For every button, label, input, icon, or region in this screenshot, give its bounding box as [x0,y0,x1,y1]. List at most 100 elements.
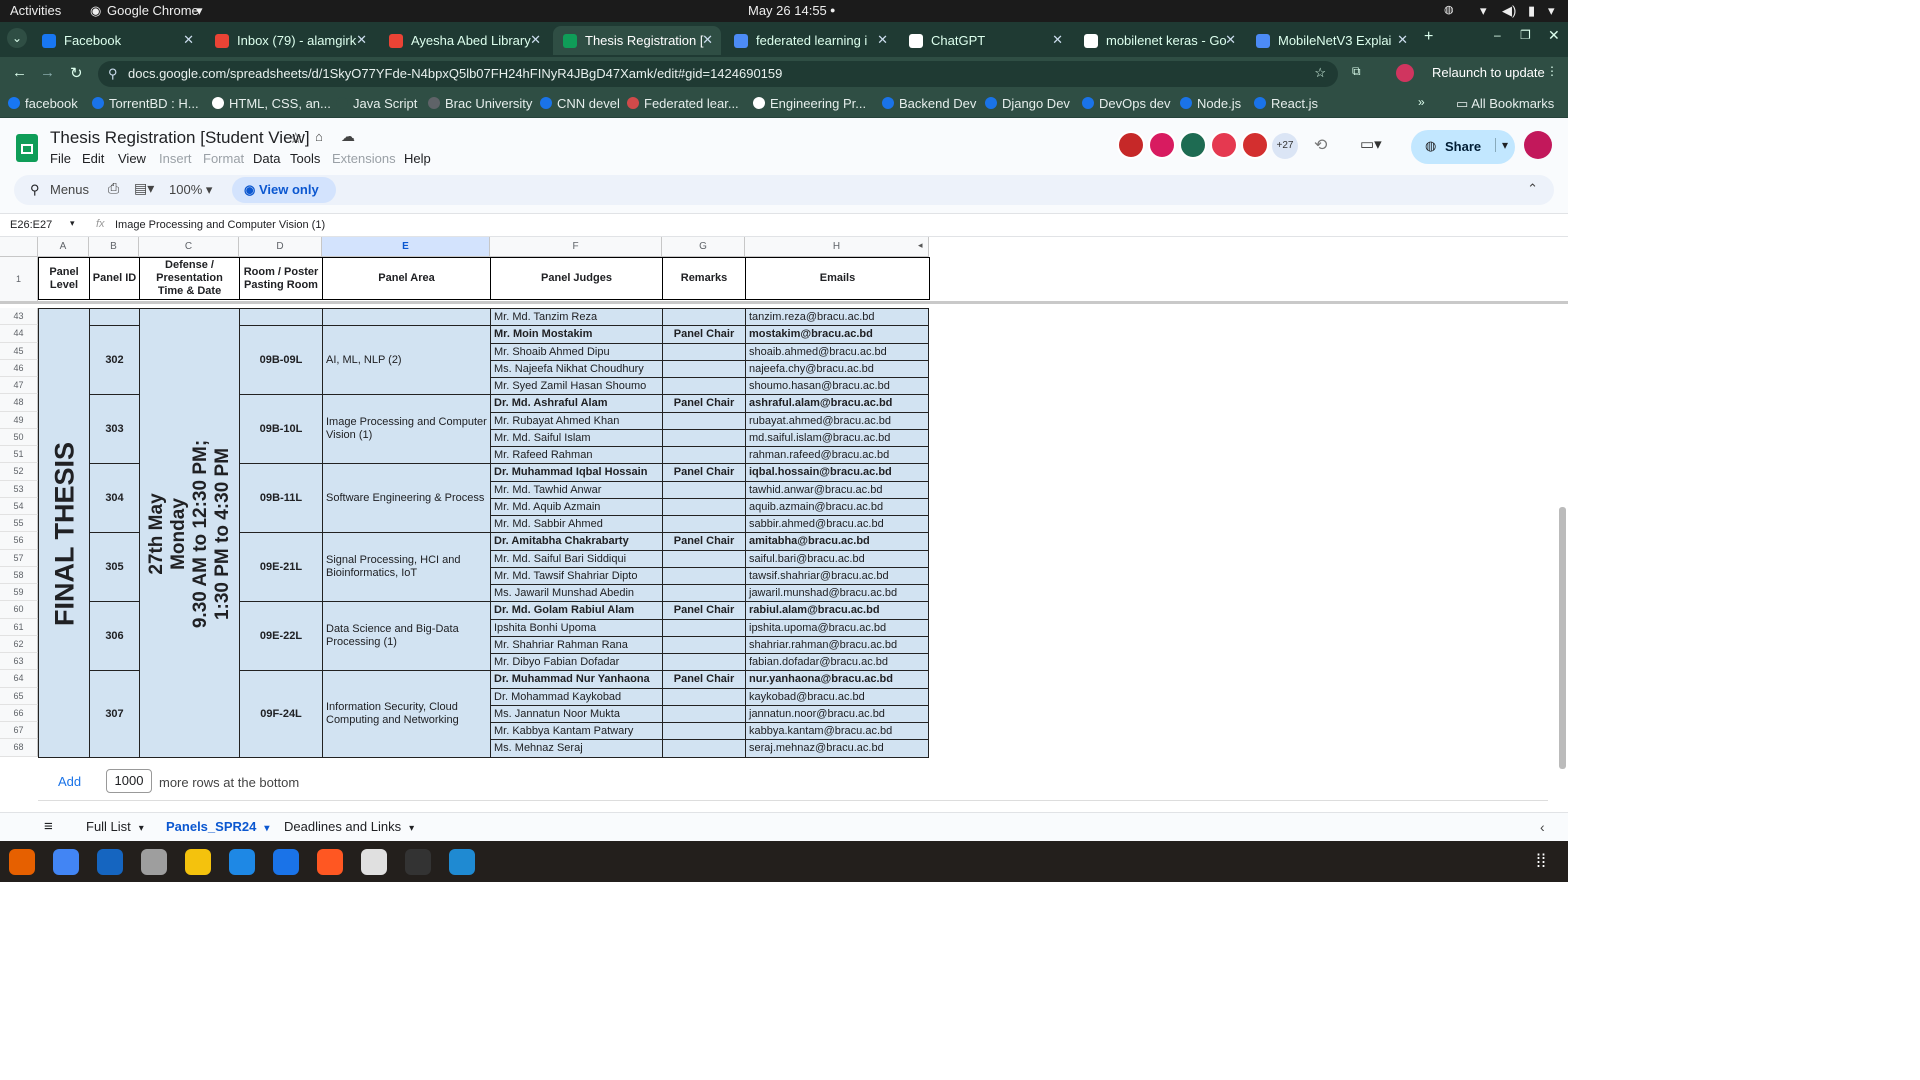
bookmark-9[interactable]: Django Dev [985,96,1070,111]
panel-area-cell[interactable]: Software Engineering & Process [322,463,491,534]
minimize-icon[interactable]: ‒ [1494,28,1501,42]
remarks-cell[interactable] [662,618,746,637]
room-cell[interactable]: 09B-09L [239,325,323,396]
row-header[interactable]: 67 [0,722,38,740]
remarks-cell[interactable] [662,515,746,534]
email-cell[interactable]: seraj.mehnaz@bracu.ac.bd [745,739,929,758]
panel-judge-cell[interactable]: Mr. Kabbya Kantam Patwary [490,722,663,741]
panel-judge-cell[interactable]: Mr. Md. Tawsif Shahriar Dipto [490,566,663,585]
bookmark-10[interactable]: DevOps dev [1082,96,1171,111]
sheet-tab-menu-icon[interactable]: ▾ [139,823,144,834]
row-header[interactable]: 48 [0,394,38,412]
frozen-divider[interactable] [0,301,1568,304]
panel-judge-cell[interactable]: Mr. Md. Saiful Bari Siddiqui [490,549,663,568]
share-button[interactable]: ◍ Share ▾ [1411,130,1515,164]
email-cell[interactable]: iqbal.hossain@bracu.ac.bd [745,463,929,482]
email-cell[interactable]: shahriar.rahman@bracu.ac.bd [745,635,929,654]
room-cell[interactable]: 09B-10L [239,394,323,465]
rhythmbox-icon[interactable] [185,849,211,875]
spreadsheet-grid[interactable]: ABCDEFGH ◂ 1 Panel Level Panel ID Defense … [0,237,1568,807]
move-icon[interactable]: ⌂ [315,129,323,144]
bookmark-star-icon[interactable]: ☆ [1314,65,1326,81]
room-cell[interactable]: 09E-21L [239,532,323,603]
remarks-cell[interactable] [662,549,746,568]
remarks-cell[interactable] [662,722,746,741]
horizontal-scrollbar[interactable] [38,800,1548,806]
tab-3[interactable]: Thesis Registration [✕ [553,26,721,55]
collaborator-avatar[interactable] [1117,131,1145,159]
row-header[interactable]: 52 [0,463,38,481]
panel-judge-cell[interactable]: Dr. Mohammad Kaykobad [490,687,663,706]
sheet-tab-menu-icon[interactable]: ▾ [409,823,414,834]
menu-extensions[interactable]: Extensions [332,151,396,166]
column-header-a[interactable]: A [38,237,89,257]
firefox-icon[interactable] [9,849,35,875]
tab-search-icon[interactable]: ⌄ [7,28,27,48]
back-icon[interactable]: ← [12,64,27,81]
row-header[interactable]: 55 [0,515,38,533]
remarks-cell[interactable] [662,566,746,585]
column-header-e[interactable]: E [322,237,490,257]
activities-button[interactable]: Activities [10,3,61,18]
panel-id-cell[interactable]: 303 [89,394,140,465]
appcenter-icon[interactable] [317,849,343,875]
menu-insert[interactable]: Insert [159,151,192,166]
tab-2[interactable]: Ayesha Abed Library ✕ [379,26,549,55]
remarks-cell[interactable]: Panel Chair [662,532,746,551]
maximize-icon[interactable]: ❐ [1520,28,1531,42]
row-header[interactable]: 50 [0,428,38,446]
zoom-select[interactable]: 100% ▾ [169,182,212,198]
column-header-g[interactable]: G [662,237,745,257]
panel-id-cell[interactable]: 305 [89,532,140,603]
email-cell[interactable]: tanzim.reza@bracu.ac.bd [745,308,929,327]
row-header-1[interactable]: 1 [0,257,38,304]
url-text[interactable]: docs.google.com/spreadsheets/d/1SkyO77YF… [128,66,782,81]
panel-area-cell[interactable]: Data Science and Big-Data Processing (1) [322,601,491,672]
new-tab-button[interactable]: + [1424,28,1433,46]
email-cell[interactable]: amitabha@bracu.ac.bd [745,532,929,551]
profile-indicator-icon[interactable]: ◍ [1444,3,1454,16]
libreoffice-icon[interactable] [361,849,387,875]
omnibox[interactable]: ⚲ docs.google.com/spreadsheets/d/1SkyO77… [98,61,1338,87]
panel-judge-cell[interactable]: Dr. Muhammad Nur Yanhaona [490,670,663,689]
panel-judge-cell[interactable]: Mr. Md. Saiful Islam [490,428,663,447]
forward-icon[interactable]: → [40,64,55,81]
tab-7[interactable]: MobileNetV3 Explai ✕ [1246,26,1416,55]
panel-judge-cell[interactable]: Dr. Amitabha Chakrabarty [490,532,663,551]
close-tab-icon[interactable]: ✕ [183,32,194,48]
vertical-scrollbar[interactable] [1559,507,1566,769]
email-cell[interactable]: rabiul.alam@bracu.ac.bd [745,601,929,620]
panel-judge-cell[interactable]: Mr. Moin Mostakim [490,325,663,344]
wifi-icon[interactable]: ▾ [1480,3,1487,19]
remarks-cell[interactable] [662,687,746,706]
panel-area-cell[interactable]: Image Processing and Computer Vision (1) [322,394,491,465]
panel-judge-cell[interactable]: Dr. Muhammad Iqbal Hossain [490,463,663,482]
panel-area-cell[interactable]: AI, ML, NLP (2) [322,325,491,396]
email-cell[interactable]: tawhid.anwar@bracu.ac.bd [745,480,929,499]
remarks-cell[interactable]: Panel Chair [662,601,746,620]
sheet-tab-1[interactable]: Panels_SPR24 ▾ [160,819,274,844]
column-header-d[interactable]: D [239,237,322,257]
room-cell[interactable]: 09F-24L [239,670,323,758]
menu-help[interactable]: Help [404,151,431,166]
close-window-icon[interactable]: ✕ [1548,27,1560,44]
row-header[interactable]: 44 [0,325,38,343]
bookmark-11[interactable]: Node.js [1180,96,1241,111]
menus-search[interactable]: Menus [50,182,89,197]
chrome-icon[interactable] [53,849,79,875]
row-header[interactable]: 53 [0,480,38,498]
close-tab-icon[interactable]: ✕ [356,32,367,48]
format-icon[interactable]: ▤▾ [134,180,154,197]
tab-4[interactable]: federated learning i ✕ [724,26,896,55]
panel-judge-cell[interactable]: Dr. Md. Ashraful Alam [490,394,663,413]
bookmark-12[interactable]: React.js [1254,96,1318,111]
remarks-cell[interactable] [662,446,746,465]
panel-judge-cell[interactable]: Ms. Jannatun Noor Mukta [490,704,663,723]
email-cell[interactable]: ashraful.alam@bracu.ac.bd [745,394,929,413]
email-cell[interactable]: aquib.azmain@bracu.ac.bd [745,497,929,516]
close-tab-icon[interactable]: ✕ [702,32,713,48]
column-header-h[interactable]: H [745,237,929,257]
bookmark-7[interactable]: Engineering Pr... [753,96,866,111]
row-header[interactable]: 43 [0,308,38,326]
menu-tools[interactable]: Tools [290,151,320,166]
